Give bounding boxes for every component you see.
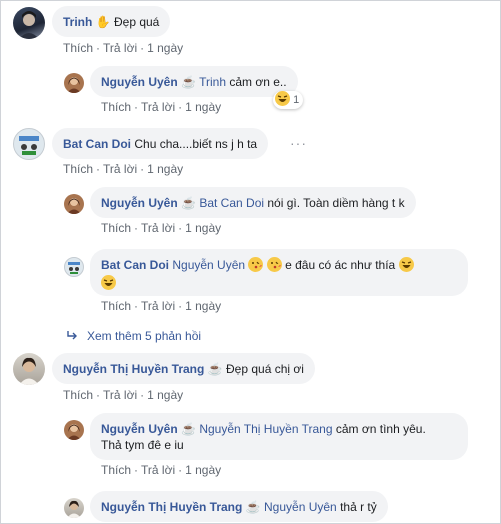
like-link[interactable]: Thích [63, 41, 93, 55]
comment-actions: Thích · Trả lời · 1 ngày [63, 41, 183, 55]
comment-text-line2: Thả tym đê e iu [101, 438, 184, 452]
comment-author[interactable]: Nguyễn Uyên [101, 422, 178, 436]
timestamp[interactable]: 1 ngày [185, 221, 221, 235]
reply-bubble: Nguyễn Uyên ☕ Trinh cảm ơn e.. [90, 66, 298, 97]
reply-link[interactable]: Trả lời [141, 299, 175, 313]
comment-text: e đâu có ác như thía [285, 258, 396, 272]
separator: · [178, 463, 183, 477]
reply-link[interactable]: Trả lời [141, 100, 175, 114]
like-link[interactable]: Thích [101, 463, 131, 477]
avatar[interactable] [64, 498, 84, 518]
comment-author[interactable]: Trinh [63, 15, 92, 29]
comment-author[interactable]: Bat Can Doi [101, 258, 169, 272]
comment-actions: Thích · Trả lời · 1 ngày [63, 388, 183, 402]
reaction-badge[interactable]: 1 [273, 91, 304, 109]
separator: · [134, 221, 139, 235]
reply-link[interactable]: Trả lời [103, 162, 137, 176]
separator: · [140, 388, 145, 402]
more-options-icon[interactable]: ··· [290, 135, 307, 151]
see-more-replies[interactable]: Xem thêm 5 phản hồi [67, 329, 201, 343]
like-link[interactable]: Thích [101, 100, 131, 114]
laughing-emoji-icon [398, 257, 414, 272]
like-link[interactable]: Thích [101, 299, 131, 313]
timestamp[interactable]: 1 ngày [147, 41, 183, 55]
separator: · [140, 162, 145, 176]
like-link[interactable]: Thích [63, 162, 93, 176]
coffee-icon: ☕ [207, 362, 223, 376]
comment-author[interactable]: Bat Can Doi [63, 137, 131, 151]
see-more-label: Xem thêm 5 phản hồi [87, 329, 202, 343]
reply-link[interactable]: Trả lời [103, 388, 137, 402]
timestamp[interactable]: 1 ngày [185, 463, 221, 477]
separator: · [178, 221, 183, 235]
reply-link[interactable]: Trả lời [141, 463, 175, 477]
comment-bubble: Nguyễn Thị Huyền Trang ☕ Đẹp quá chị ơi [52, 353, 315, 384]
avatar[interactable] [13, 353, 45, 385]
separator: · [134, 463, 139, 477]
comment-text: Đẹp quá [113, 15, 160, 29]
comment-author[interactable]: Nguyễn Uyên [101, 75, 178, 89]
comment-text: thả r tỷ [340, 500, 377, 514]
comment-author[interactable]: Nguyễn Uyên [101, 196, 178, 210]
reaction-count: 1 [293, 94, 300, 106]
kissing-emoji-icon [248, 257, 264, 272]
comment-actions: Thích · Trả lời · 1 ngày [101, 463, 221, 477]
comment-text: Đẹp quá chị ơi [226, 362, 304, 376]
separator: · [96, 388, 101, 402]
reply-link[interactable]: Trả lời [141, 221, 175, 235]
avatar[interactable] [64, 73, 84, 93]
coffee-icon: ☕ [181, 196, 196, 210]
reply-arrow-icon [67, 329, 77, 343]
avatar[interactable] [13, 7, 45, 39]
coffee-icon: ☕ [245, 500, 261, 514]
avatar[interactable] [64, 420, 84, 440]
reply-bubble: Nguyễn Uyên ☕ Bat Can Doi nói gì. Toàn d… [90, 187, 416, 218]
separator: · [178, 299, 183, 313]
reply-bubble: Nguyễn Uyên ☕ Nguyễn Thị Huyền Trang cảm… [90, 413, 468, 460]
reply-bubble: Nguyễn Thị Huyền Trang ☕ Nguyễn Uyên thả… [90, 491, 388, 522]
avatar[interactable] [64, 257, 84, 277]
comment-actions: Thích · Trả lời · 1 ngày [63, 162, 183, 176]
comment-text: cảm ơn e.. [229, 75, 287, 89]
coffee-icon: ☕ [181, 75, 196, 89]
mention-link[interactable]: Bat Can Doi [199, 196, 264, 210]
comment-actions: Thích · Trả lời · 1 ngày [101, 100, 221, 114]
coffee-icon: ☕ [181, 422, 196, 436]
comment-author[interactable]: Nguyễn Thị Huyền Trang [63, 362, 204, 376]
avatar[interactable] [64, 194, 84, 214]
comment-author[interactable]: Nguyễn Thị Huyền Trang [101, 500, 242, 514]
separator: · [140, 41, 145, 55]
mention-link[interactable]: Nguyễn Uyên [264, 500, 337, 514]
avatar[interactable] [13, 128, 45, 160]
mention-link[interactable]: Trinh [199, 75, 226, 89]
mention-link[interactable]: Nguyễn Uyên [172, 258, 245, 272]
reply-link[interactable]: Trả lời [103, 41, 137, 55]
laughing-emoji-icon [101, 275, 116, 290]
comment-actions: Thích · Trả lời · 1 ngày [101, 221, 221, 235]
comment-bubble: Trinh ✋ Đẹp quá [52, 6, 171, 37]
separator: · [96, 162, 101, 176]
comment-text: nói gì. Toàn diềm hàng t k [267, 196, 405, 210]
comment-actions: Thích · Trả lời · 1 ngày [101, 299, 221, 313]
mention-link[interactable]: Nguyễn Thị Huyền Trang [199, 422, 332, 436]
separator: · [96, 41, 101, 55]
timestamp[interactable]: 1 ngày [185, 299, 221, 313]
comment-text: Chu cha....biết ns j h ta [134, 137, 258, 151]
separator: · [134, 100, 139, 114]
kissing-emoji-icon [266, 257, 282, 272]
wave-hand-icon: ✋ [95, 15, 111, 29]
comment-thread: Trinh ✋ Đẹp quá Thích · Trả lời · 1 ngày Ngu… [0, 0, 501, 524]
comment-text: cảm ơn tình yêu. [335, 422, 426, 436]
like-link[interactable]: Thích [63, 388, 93, 402]
timestamp[interactable]: 1 ngày [147, 388, 183, 402]
separator: · [178, 100, 183, 114]
timestamp[interactable]: 1 ngày [147, 162, 183, 176]
reply-bubble: Bat Can Doi Nguyễn Uyên e đâu có ác như … [90, 249, 468, 296]
like-link[interactable]: Thích [101, 221, 131, 235]
laughing-emoji-icon [275, 91, 290, 106]
separator: · [134, 299, 139, 313]
timestamp[interactable]: 1 ngày [185, 100, 221, 114]
comment-bubble: Bat Can Doi Chu cha....biết ns j h ta [52, 128, 269, 159]
